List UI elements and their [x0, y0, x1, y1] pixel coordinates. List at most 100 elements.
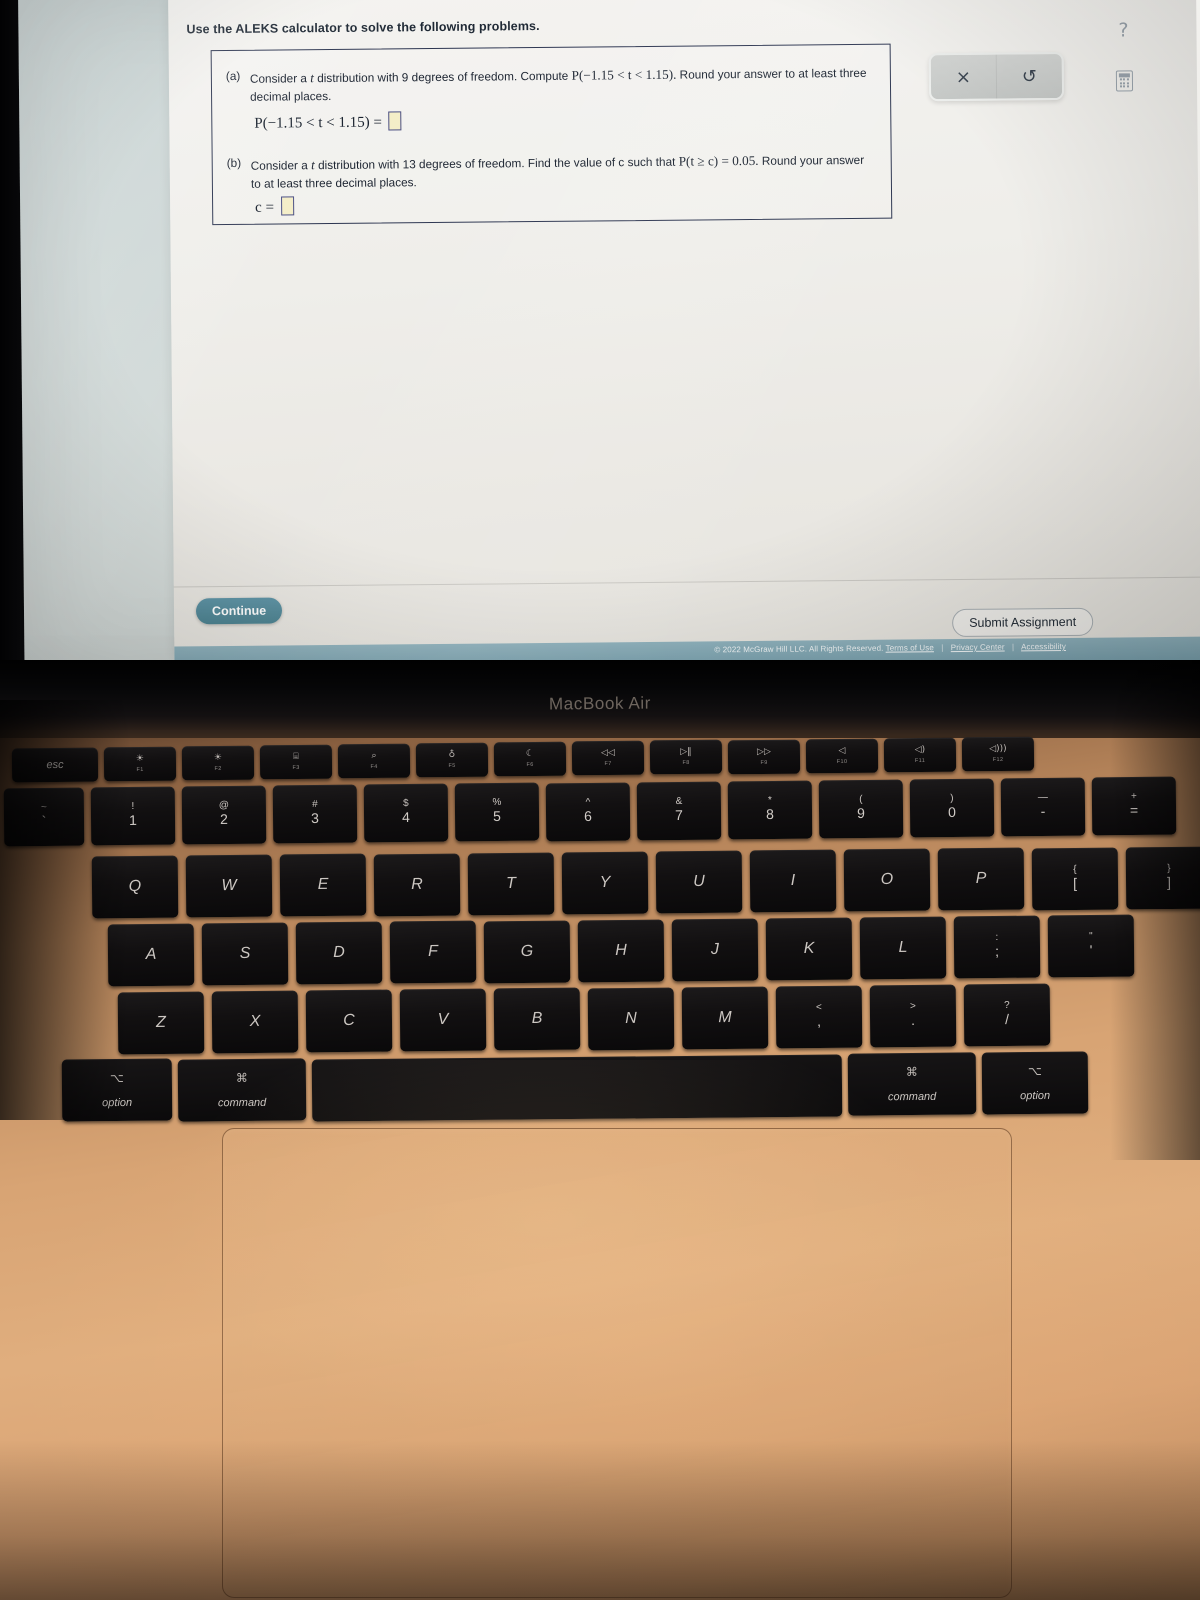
key-k[interactable]: K [765, 917, 853, 981]
key-label: T [506, 874, 516, 892]
key-label: ' [1089, 942, 1093, 959]
continue-button[interactable]: Continue [195, 597, 283, 625]
key-s[interactable]: S [201, 922, 289, 986]
key-f11[interactable]: ◁) F11 [883, 737, 957, 773]
key-m[interactable]: M [681, 986, 769, 1050]
key-fn-label: F4 [370, 764, 378, 771]
key-f8[interactable]: ▷‖ F8 [649, 740, 723, 775]
browser-page: Use the ALEKS calculator to solve the fo… [18, 0, 1200, 672]
key-e[interactable]: E [279, 854, 367, 917]
key-f1[interactable]: ☀ F1 [103, 746, 177, 782]
key-i[interactable]: I [749, 849, 837, 913]
key-zero[interactable]: ) 0 [909, 778, 995, 838]
key-bracket-left[interactable]: {[ [1031, 847, 1119, 910]
key-semicolon[interactable]: :; [953, 915, 1041, 979]
key-fn-label: F7 [604, 761, 612, 768]
clear-icon[interactable]: × [931, 55, 996, 100]
footer-link-privacy[interactable]: Privacy Center [951, 643, 1005, 653]
key-quote[interactable]: " ' [1047, 914, 1135, 978]
key-nine[interactable]: (9 [818, 779, 904, 839]
key-shift-label: ) [950, 793, 954, 805]
key-q[interactable]: Q [91, 855, 179, 919]
key-space[interactable] [311, 1054, 843, 1122]
key-three[interactable]: #3 [272, 784, 358, 844]
key-label: command [887, 1090, 937, 1104]
key-label: H [615, 941, 627, 959]
question-a-answer-input[interactable] [388, 111, 402, 131]
question-b-label: (b) [226, 155, 242, 171]
key-label: M [718, 1008, 732, 1026]
key-o[interactable]: O [843, 848, 931, 912]
key-label: S [239, 945, 251, 963]
key-n[interactable]: N [587, 987, 675, 1051]
key-c[interactable]: C [305, 989, 393, 1053]
key-f12[interactable]: ◁))) F12 [961, 736, 1035, 772]
question-b-answer-input[interactable] [280, 196, 294, 216]
key-equals[interactable]: + = [1091, 776, 1177, 836]
key-option-right[interactable]: ⌥ option [981, 1051, 1089, 1115]
key-r[interactable]: R [373, 853, 461, 916]
undo-icon[interactable]: ↺ [997, 54, 1062, 99]
help-icon[interactable]: ? [1108, 15, 1138, 45]
key-w[interactable]: W [185, 854, 273, 918]
calculator-screen [1118, 72, 1130, 77]
key-p[interactable]: P [937, 847, 1025, 911]
calculator-keys-row [1119, 81, 1129, 84]
key-f3[interactable]: ⌸ F3 [259, 744, 333, 780]
key-f[interactable]: F [389, 921, 477, 984]
key-f7[interactable]: ◁◁ F7 [571, 740, 645, 776]
key-slash[interactable]: ? / [963, 983, 1051, 1047]
key-option-left[interactable]: ⌥ option [61, 1058, 173, 1122]
key-label: - [1040, 803, 1046, 820]
key-y[interactable]: Y [561, 851, 649, 915]
key-l[interactable]: L [859, 916, 947, 980]
key-comma[interactable]: <, [775, 985, 863, 1049]
key-x[interactable]: X [211, 990, 299, 1054]
key-two[interactable]: @2 [181, 785, 267, 845]
key-g[interactable]: G [483, 920, 571, 983]
key-period[interactable]: >. [869, 984, 957, 1048]
footer-link-terms[interactable]: Terms of Use [886, 643, 934, 652]
key-z[interactable]: Z [117, 991, 205, 1055]
key-shift-label: ! [131, 801, 135, 813]
key-seven[interactable]: & 7 [636, 781, 722, 841]
key-eight[interactable]: * 8 [727, 780, 813, 840]
key-tilde[interactable]: ~ ` [3, 787, 85, 847]
key-d[interactable]: D [295, 921, 383, 985]
calc-key [1119, 81, 1122, 84]
key-f10[interactable]: ◁ F10 [805, 738, 879, 773]
key-a[interactable]: A [107, 923, 195, 987]
key-one[interactable]: ! 1 [90, 786, 176, 846]
key-u[interactable]: U [655, 850, 743, 914]
key-fn-label: F9 [760, 759, 768, 766]
key-label: A [145, 945, 157, 964]
key-esc[interactable]: esc [11, 747, 99, 783]
key-shift-label: + [1130, 791, 1137, 803]
key-six[interactable]: ^ 6 [545, 782, 631, 841]
key-four[interactable]: $4 [363, 783, 449, 843]
key-f2[interactable]: ☀ F2 [181, 745, 255, 781]
trackpad[interactable] [222, 1128, 1012, 1598]
key-b[interactable]: B [493, 988, 581, 1051]
keyboard[interactable]: esc ☀ F1 ☀ F2 ⌸ F3 ⌕ F4 ♁ F5 ☾ F6 ◁◁ F7 ▷‖ F8 ▷▷ F9 ◁ F10 ◁) F… [0, 722, 1200, 1122]
key-t[interactable]: T [467, 852, 555, 916]
key-command-left[interactable]: ⌘ command [177, 1057, 307, 1122]
key-minus[interactable]: — - [1000, 777, 1086, 837]
key-v[interactable]: V [399, 988, 487, 1052]
qa-t-italic: t [310, 70, 314, 86]
key-shift-label: : [995, 932, 999, 944]
submit-assignment-button[interactable]: Submit Assignment [952, 607, 1094, 638]
key-f4[interactable]: ⌕ F4 [337, 743, 411, 779]
key-bracket-right[interactable]: }] [1125, 846, 1200, 910]
key-command-right[interactable]: ⌘ command [847, 1052, 977, 1116]
key-five[interactable]: % 5 [454, 783, 540, 842]
key-h[interactable]: H [577, 919, 665, 983]
key-f5[interactable]: ♁ F5 [415, 742, 489, 778]
key-f6[interactable]: ☾ F6 [493, 741, 567, 777]
calculator-icon[interactable] [1109, 65, 1139, 95]
key-f9[interactable]: ▷▷ F9 [727, 739, 801, 774]
qb-expr-inline: P(t ≥ c) = 0.05. [678, 152, 759, 169]
qa-text-mid: distribution with 9 degrees of freedom. … [317, 68, 569, 86]
footer-link-accessibility[interactable]: Accessibility [1021, 642, 1066, 651]
key-j[interactable]: J [671, 918, 759, 982]
